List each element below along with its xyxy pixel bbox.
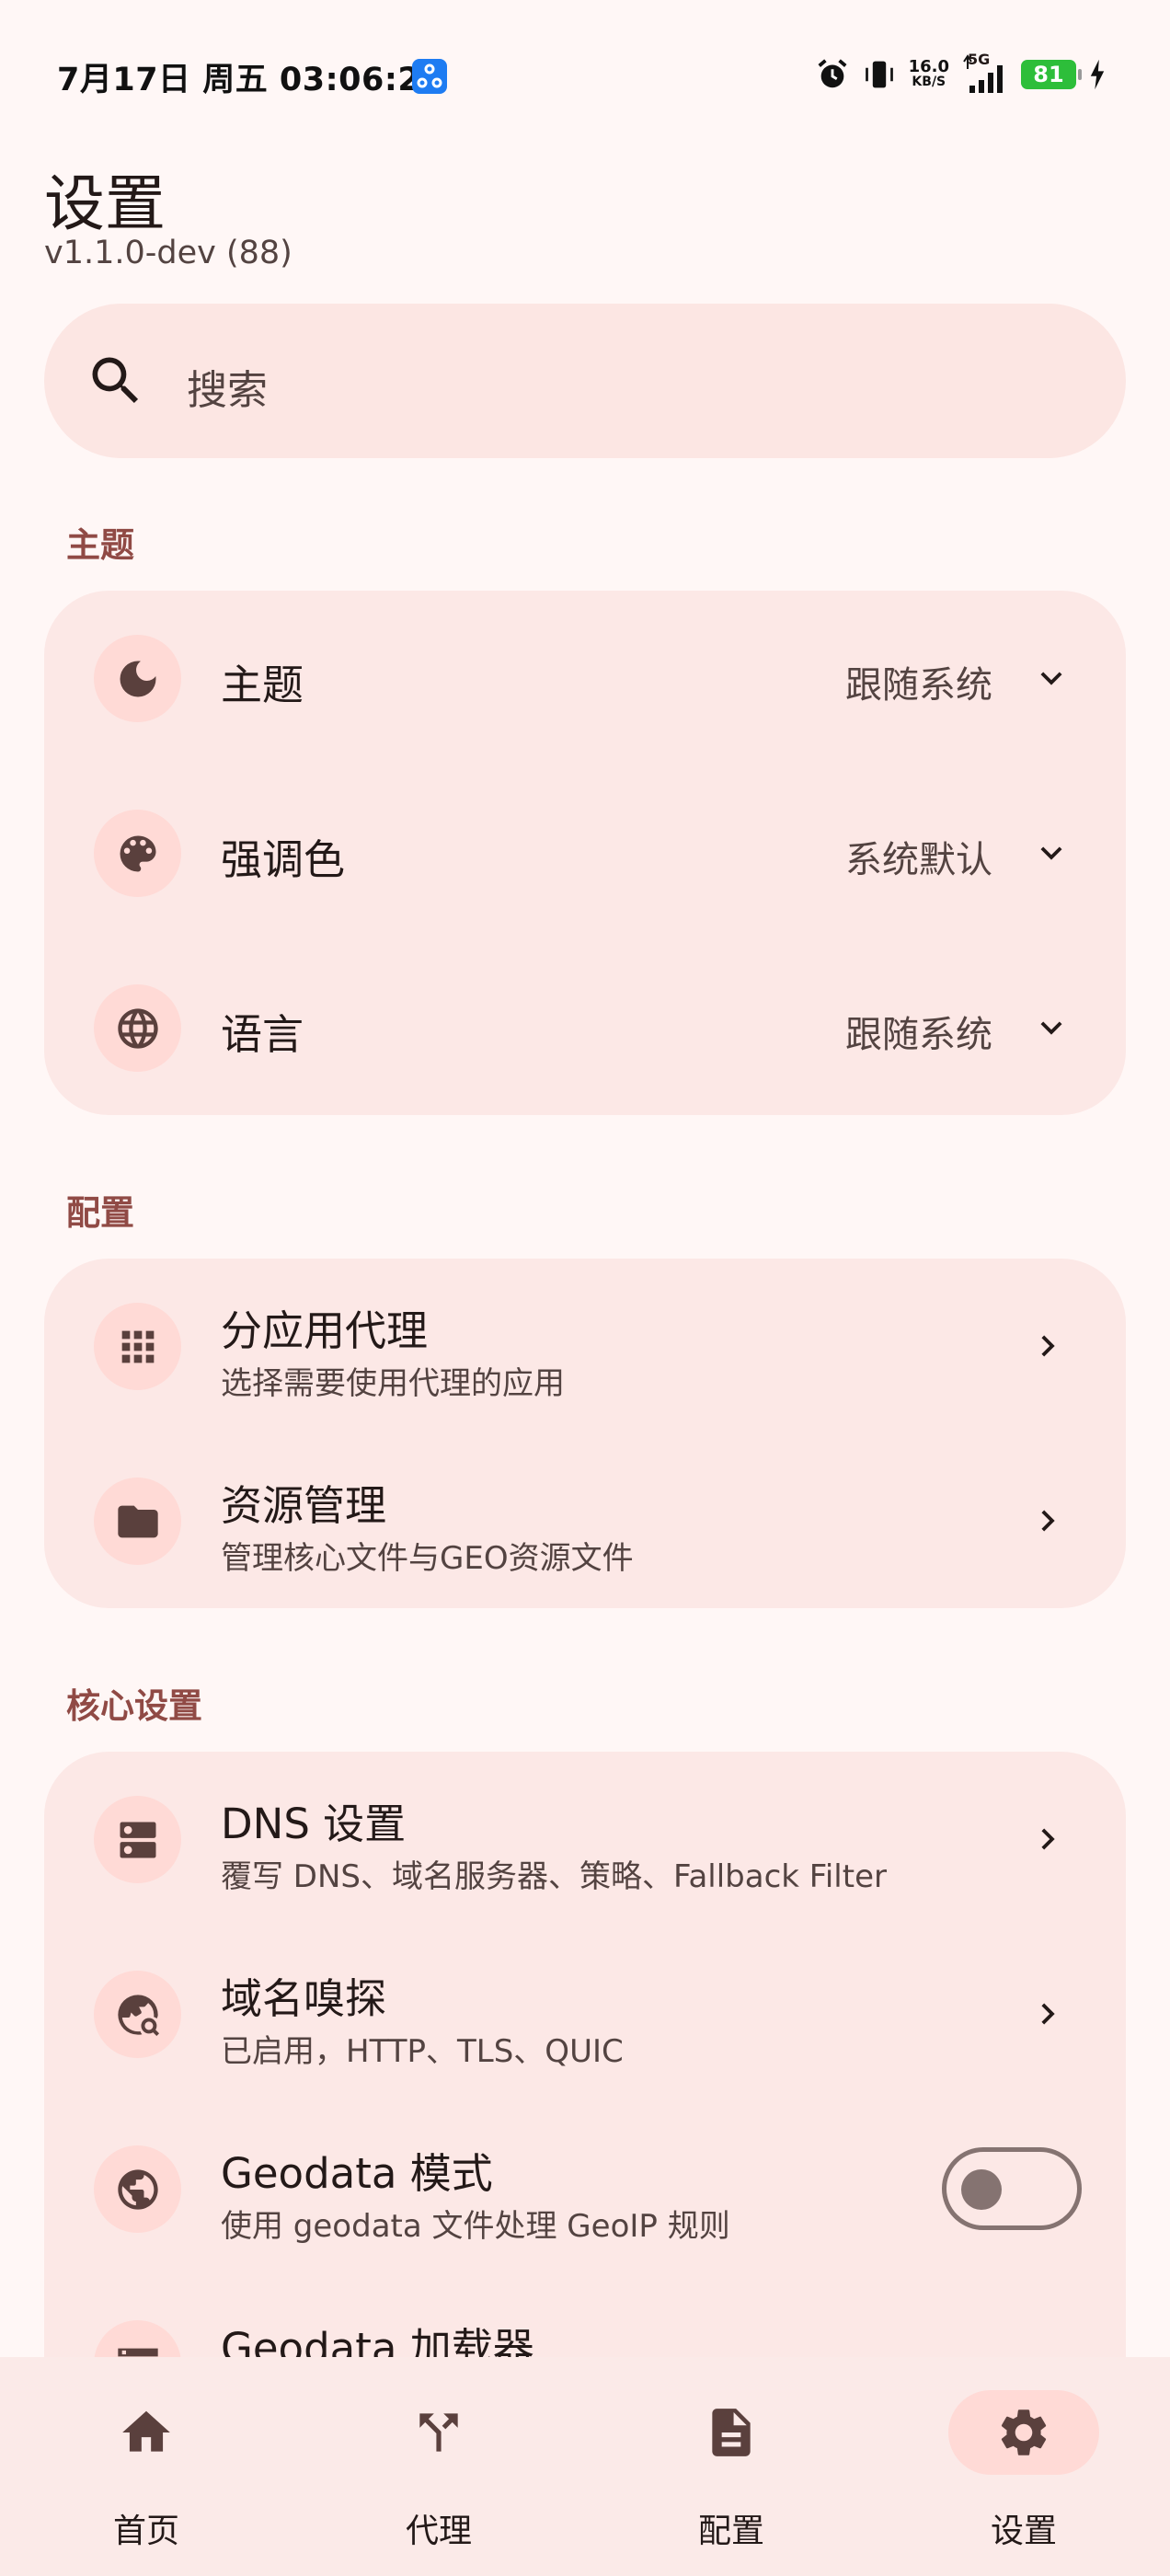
alarm-icon: [818, 59, 847, 88]
dns-icon: [94, 1796, 181, 1883]
chevron-down-icon: [1040, 672, 1062, 685]
apps-grid-icon: [94, 1303, 181, 1390]
setting-language[interactable]: 语言 跟随系统: [44, 940, 1126, 1115]
setting-geodata-mode: Geodata 模式 使用 geodata 文件处理 GeoIP 规则: [44, 2101, 1126, 2276]
config-card: 分应用代理 选择需要使用代理的应用 资源管理 管理核心文件与GEO资源文件: [44, 1259, 1126, 1608]
setting-subtitle: 选择需要使用代理的应用: [221, 1365, 565, 1402]
setting-dns[interactable]: DNS 设置 覆写 DNS、域名服务器、策略、Fallback Filter: [44, 1752, 1126, 1926]
toggle-knob: [961, 2169, 1002, 2210]
folder-icon: [94, 1478, 181, 1565]
charging-icon: [1090, 59, 1105, 90]
setting-subtitle: 使用 geodata 文件处理 GeoIP 规则: [221, 2208, 730, 2245]
setting-value: 系统默认: [845, 839, 992, 881]
search-icon: [92, 357, 139, 404]
network-speed: 16.0 KB/S: [909, 59, 949, 90]
setting-title: 强调色: [221, 835, 346, 884]
nav-label: 配置: [697, 2513, 764, 2550]
battery-level: 81: [1033, 62, 1064, 87]
setting-accent-color[interactable]: 强调色 系统默认: [44, 765, 1126, 940]
nav-config[interactable]: 配置: [585, 2357, 878, 2576]
nav-home[interactable]: 首页: [0, 2357, 292, 2576]
setting-subtitle: 管理核心文件与GEO资源文件: [221, 1540, 634, 1577]
section-header-core: 核心设置: [66, 1686, 202, 1726]
public-globe-icon: [94, 2145, 181, 2233]
setting-title: 语言: [221, 1010, 304, 1059]
nav-proxy[interactable]: 代理: [292, 2357, 585, 2576]
dark-mode-icon: [94, 635, 181, 722]
status-bar: 7月17日 周五 03:06:25 16.0 KB/S 5G 81: [0, 0, 1170, 147]
status-time: 7月17日 周五 03:06:25: [57, 62, 444, 98]
chevron-right-icon: [1041, 1828, 1055, 1850]
fork-icon: [363, 2390, 514, 2475]
chevron-down-icon: [1040, 846, 1062, 860]
bottom-navigation: 首页 代理 配置 设置: [0, 2357, 1170, 2576]
nav-settings[interactable]: 设置: [878, 2357, 1170, 2576]
network-type: 5G: [968, 51, 991, 68]
travel-explore-icon: [94, 1971, 181, 2058]
chevron-right-icon: [1041, 1335, 1055, 1357]
setting-title: 主题: [221, 661, 304, 709]
chevron-right-icon: [1041, 1510, 1055, 1532]
nav-label: 首页: [112, 2513, 179, 2550]
setting-title: 分应用代理: [221, 1306, 429, 1355]
palette-icon: [94, 810, 181, 897]
section-header-config: 配置: [66, 1193, 134, 1233]
page-title: 设置: [44, 168, 166, 239]
speed-unit: KB/S: [912, 75, 946, 89]
setting-value: 跟随系统: [845, 664, 992, 707]
setting-resource-management[interactable]: 资源管理 管理核心文件与GEO资源文件: [44, 1433, 1126, 1608]
setting-subtitle: 覆写 DNS、域名服务器、策略、Fallback Filter: [221, 1858, 887, 1895]
setting-title: 资源管理: [221, 1481, 387, 1530]
speed-value: 16.0: [908, 57, 949, 76]
nav-label: 设置: [990, 2513, 1057, 2550]
geodata-mode-toggle[interactable]: [942, 2147, 1082, 2230]
setting-title: Geodata 模式: [221, 2149, 493, 2198]
section-header-theme: 主题: [66, 525, 134, 565]
setting-per-app-proxy[interactable]: 分应用代理 选择需要使用代理的应用: [44, 1259, 1126, 1433]
chevron-right-icon: [1041, 2003, 1055, 2025]
status-icons: 16.0 KB/S 5G 81: [815, 51, 1106, 98]
setting-theme[interactable]: 主题 跟随系统: [44, 591, 1126, 765]
language-icon: [94, 984, 181, 1072]
settings-gear-icon: [948, 2390, 1099, 2475]
document-icon: [656, 2390, 807, 2475]
setting-title: DNS 设置: [221, 1800, 407, 1848]
theme-card: 主题 跟随系统 强调色 系统默认 语言 跟随系统: [44, 591, 1126, 1115]
app-notification-icon: [412, 59, 447, 94]
battery-indicator: 81: [1021, 60, 1082, 89]
setting-domain-sniffing[interactable]: 域名嗅探 已启用，HTTP、TLS、QUIC: [44, 1926, 1126, 2101]
home-icon: [71, 2390, 222, 2475]
vibrate-icon: [865, 61, 893, 88]
version-label: v1.1.0-dev (88): [44, 235, 292, 271]
setting-value: 跟随系统: [845, 1014, 992, 1056]
search-placeholder: 搜索: [187, 367, 268, 414]
chevron-down-icon: [1040, 1021, 1062, 1035]
setting-title: 域名嗅探: [221, 1974, 387, 2023]
setting-subtitle: 已启用，HTTP、TLS、QUIC: [221, 2033, 624, 2070]
signal-icon: 5G: [962, 51, 1008, 95]
search-bar[interactable]: 搜索: [44, 304, 1126, 458]
nav-label: 代理: [405, 2513, 472, 2550]
